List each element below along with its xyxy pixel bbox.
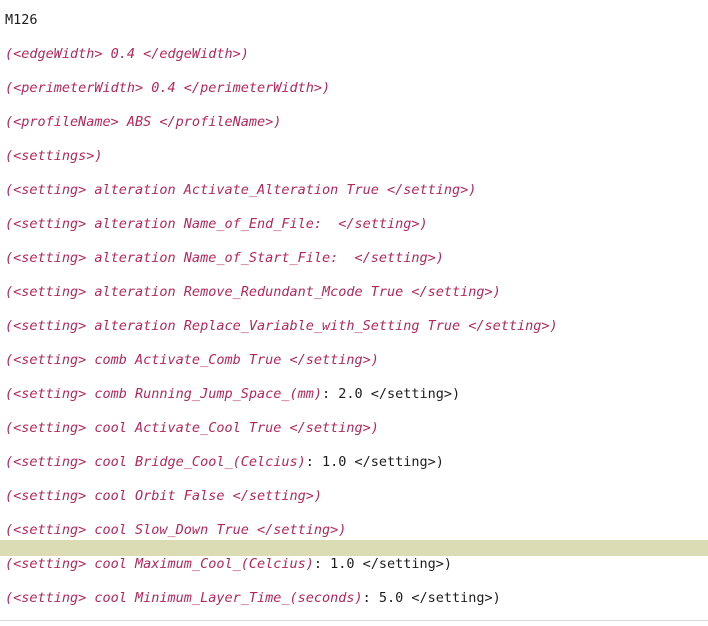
gcode-settings-page: M126 (<edgeWidth> 0.4 </edgeWidth>) (<peri… — [0, 0, 708, 626]
setting-alteration-name-of-start-file-segment-markup: (<setting> alteration Name_of_Start_File… — [5, 250, 444, 266]
setting-comb-running-jump-space[interactable]: (<setting> comb Running_Jump_Space_(mm):… — [5, 386, 460, 402]
setting-alteration-replace-variable-with-setting[interactable]: (<setting> alteration Replace_Variable_w… — [5, 318, 558, 334]
setting-cool-minimum-layer-time-segment-value: : 5.0 </setting>) — [362, 590, 501, 606]
setting-comb-activate-comb[interactable]: (<setting> comb Activate_Comb True </set… — [5, 352, 379, 368]
setting-edgewidth[interactable]: (<edgeWidth> 0.4 </edgeWidth>) — [5, 46, 249, 62]
bottom-divider-rule — [0, 620, 708, 621]
setting-profilename-segment-markup: (<profileName> ABS </profileName>) — [5, 114, 282, 130]
setting-cool-activate-cool[interactable]: (<setting> cool Activate_Cool True </set… — [5, 420, 379, 436]
setting-cool-maximum-cool[interactable]: (<setting> cool Maximum_Cool_(Celcius): … — [5, 556, 452, 572]
setting-alteration-name-of-end-file-segment-markup: (<setting> alteration Name_of_End_File: … — [5, 216, 428, 232]
setting-alteration-activate-alteration[interactable]: (<setting> alteration Activate_Alteratio… — [5, 182, 476, 198]
setting-cool-orbit[interactable]: (<setting> cool Orbit False </setting>) — [5, 488, 322, 504]
setting-cool-bridge-cool-segment-value: : 1.0 </setting>) — [305, 454, 444, 470]
setting-cool-bridge-cool[interactable]: (<setting> cool Bridge_Cool_(Celcius): 1… — [5, 454, 444, 470]
setting-comb-running-jump-space-segment-markup: (<setting> comb Running_Jump_Space_(mm) — [5, 386, 322, 402]
gcode-command[interactable]: M126 — [5, 12, 38, 28]
setting-alteration-name-of-end-file[interactable]: (<setting> alteration Name_of_End_File: … — [5, 216, 428, 232]
setting-cool-slow-down-segment-markup: (<setting> cool Slow_Down True </setting… — [5, 522, 347, 538]
row-highlight-band — [0, 540, 708, 556]
setting-alteration-name-of-start-file[interactable]: (<setting> alteration Name_of_Start_File… — [5, 250, 444, 266]
setting-perimeterwidth[interactable]: (<perimeterWidth> 0.4 </perimeterWidth>) — [5, 80, 330, 96]
gcode-command-segment-markup: M126 — [5, 12, 38, 28]
setting-cool-bridge-cool-segment-markup: (<setting> cool Bridge_Cool_(Celcius) — [5, 454, 306, 470]
setting-profilename[interactable]: (<profileName> ABS </profileName>) — [5, 114, 281, 130]
setting-alteration-activate-alteration-segment-markup: (<setting> alteration Activate_Alteratio… — [5, 182, 477, 198]
setting-cool-slow-down[interactable]: (<setting> cool Slow_Down True </setting… — [5, 522, 346, 538]
setting-alteration-replace-variable-with-setting-segment-markup: (<setting> alteration Replace_Variable_w… — [5, 318, 558, 334]
setting-cool-orbit-segment-markup: (<setting> cool Orbit False </setting>) — [5, 488, 322, 504]
setting-comb-activate-comb-segment-markup: (<setting> comb Activate_Comb True </set… — [5, 352, 379, 368]
setting-comb-running-jump-space-segment-value: : 2.0 </setting>) — [321, 386, 461, 402]
settings-open-tag[interactable]: (<settings>) — [5, 148, 103, 164]
setting-cool-minimum-layer-time[interactable]: (<setting> cool Minimum_Layer_Time_(seco… — [5, 590, 501, 606]
setting-cool-maximum-cool-segment-value: : 1.0 </setting>) — [313, 556, 453, 572]
setting-cool-minimum-layer-time-segment-markup: (<setting> cool Minimum_Layer_Time_(seco… — [5, 590, 363, 606]
setting-perimeterwidth-segment-markup: (<perimeterWidth> 0.4 </perimeterWidth>) — [5, 80, 331, 96]
setting-cool-activate-cool-segment-markup: (<setting> cool Activate_Cool True </set… — [5, 420, 379, 436]
setting-edgewidth-segment-markup: (<edgeWidth> 0.4 </edgeWidth>) — [5, 46, 249, 62]
setting-alteration-remove-redundant-mcode[interactable]: (<setting> alteration Remove_Redundant_M… — [5, 284, 501, 300]
setting-alteration-remove-redundant-mcode-segment-markup: (<setting> alteration Remove_Redundant_M… — [5, 284, 501, 300]
setting-cool-maximum-cool-segment-markup: (<setting> cool Maximum_Cool_(Celcius) — [5, 556, 314, 572]
settings-open-tag-segment-markup: (<settings>) — [5, 148, 103, 164]
